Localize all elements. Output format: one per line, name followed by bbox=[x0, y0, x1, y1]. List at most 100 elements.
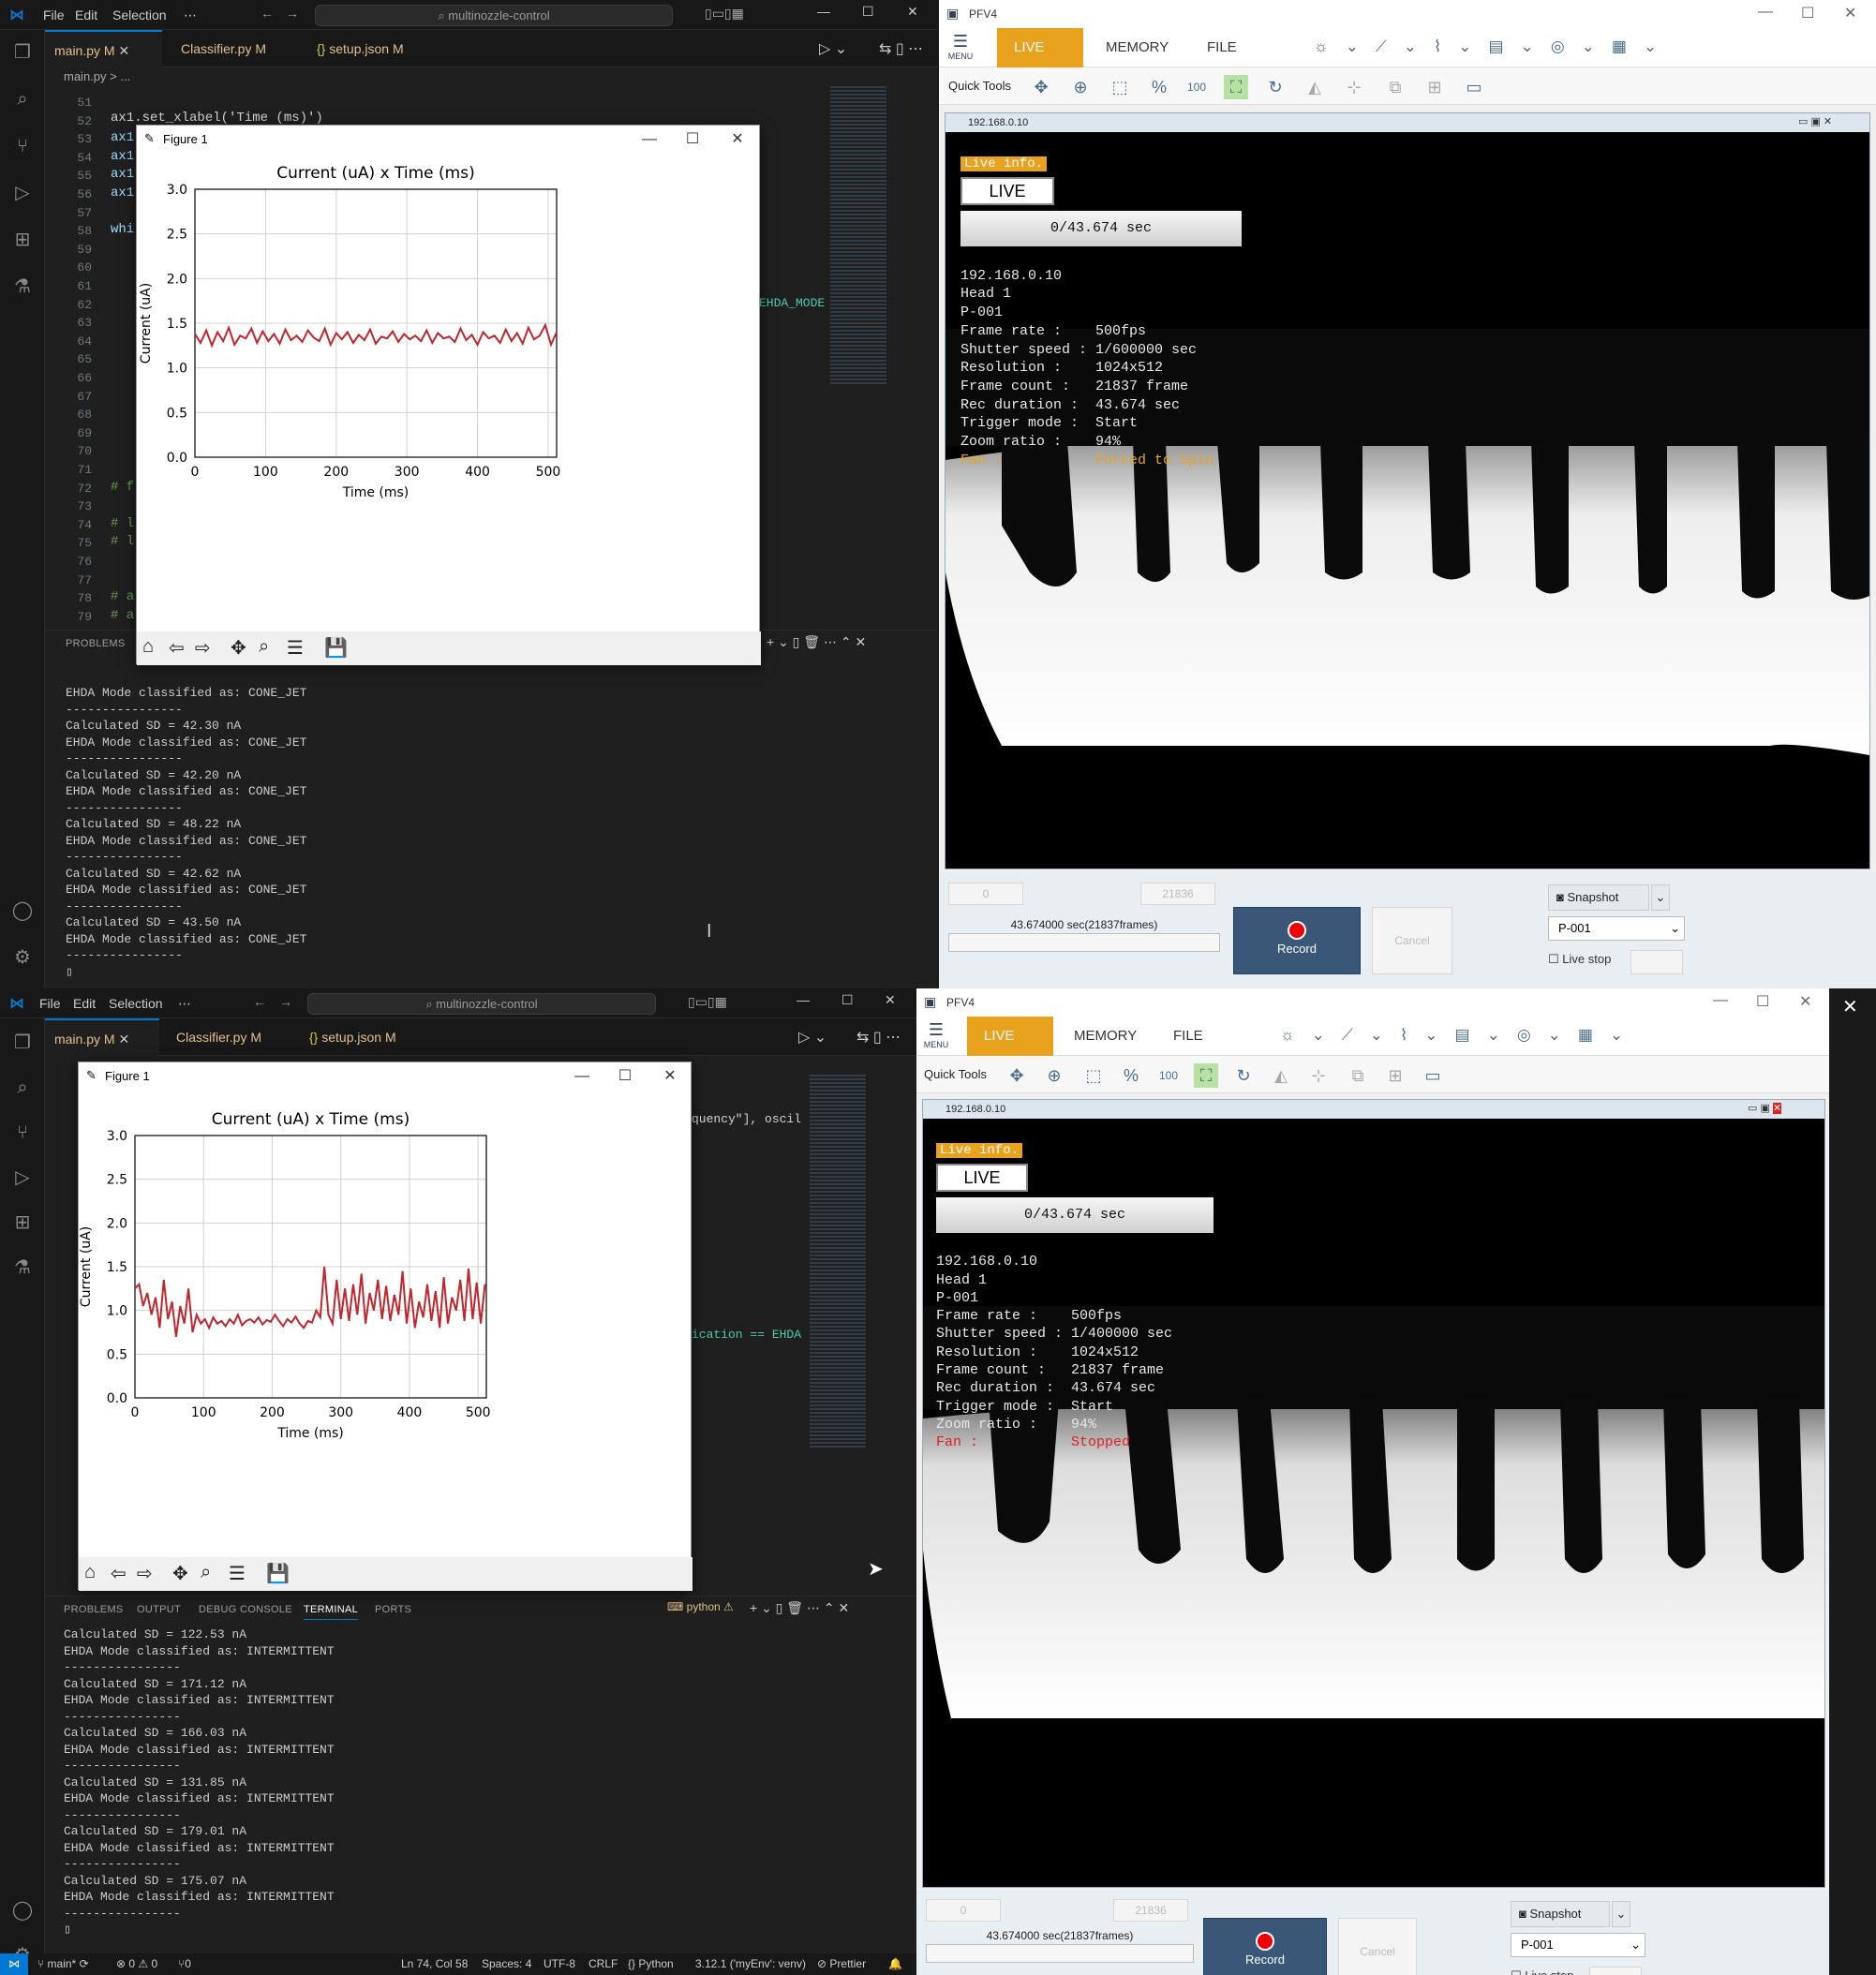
zoom-icon[interactable]: ⌕ bbox=[201, 1562, 211, 1583]
configure-subplots-icon[interactable]: ☰ bbox=[229, 1562, 246, 1585]
command-search[interactable]: ⌕ multinozzle-control bbox=[315, 5, 673, 26]
camera-viewer[interactable]: 192.168.0.10 ▭ ▣ ✕ Live info. LIVE 0/43.… bbox=[922, 1099, 1825, 1888]
save-icon[interactable]: 💾 bbox=[324, 636, 348, 660]
close-icon[interactable]: ✕ bbox=[907, 4, 918, 20]
git-branch[interactable]: ⑂ main* ⟳ bbox=[37, 1953, 89, 1974]
explorer-icon[interactable]: ❐ bbox=[11, 1032, 34, 1054]
maximize-icon[interactable]: ☐ bbox=[1756, 992, 1769, 1011]
minimize-icon[interactable]: — bbox=[1713, 992, 1728, 1009]
maximize-icon[interactable]: ☐ bbox=[862, 4, 874, 20]
percent-icon[interactable]: % bbox=[1119, 1063, 1143, 1088]
grid-icon[interactable]: ⊞ bbox=[1383, 1063, 1407, 1088]
crosshair-icon[interactable]: ⊹ bbox=[1306, 1063, 1331, 1088]
menu-selection[interactable]: Selection bbox=[109, 996, 163, 1011]
ribbon-tools-icons[interactable]: ☼⌄⟋⌄⌇⌄▤⌄◎⌄▦⌄ bbox=[1280, 1026, 1640, 1045]
layout-icon[interactable]: ▯▭▯▦ bbox=[688, 994, 727, 1010]
move-icon[interactable]: ✥ bbox=[1005, 1063, 1029, 1088]
tab-output[interactable]: OUTPUT bbox=[137, 1604, 181, 1615]
testing-icon[interactable]: ⚗ bbox=[11, 1256, 34, 1279]
rotate-icon[interactable]: ↻ bbox=[1263, 75, 1288, 99]
encoding[interactable]: UTF-8 bbox=[543, 1953, 575, 1974]
run-icon[interactable]: ▷ ⌄ bbox=[798, 1028, 826, 1047]
terminal-profile[interactable]: ⌨ python ⚠ bbox=[667, 1600, 734, 1613]
menu-edit[interactable]: Edit bbox=[73, 996, 96, 1011]
snapshot-button[interactable]: ◙ Snapshot bbox=[1548, 884, 1649, 911]
explorer-icon[interactable]: ❐ bbox=[11, 41, 34, 64]
panel-actions[interactable]: + ⌄ ▯ 🗑 ⋯ ⌃ ✕ bbox=[767, 634, 866, 650]
problems-count[interactable]: ⊗ 0 ⚠ 0 bbox=[116, 1953, 157, 1974]
zoom-region-icon[interactable]: ⬚ bbox=[1081, 1063, 1106, 1088]
flip-icon[interactable]: ◭ bbox=[1269, 1063, 1293, 1088]
cursor-position[interactable]: Ln 74, Col 58 bbox=[401, 1953, 468, 1974]
tab-problems[interactable]: PROBLEMS bbox=[66, 638, 126, 649]
terminal-output[interactable]: Calculated SD = 122.53 nA EHDA Mode class… bbox=[64, 1626, 335, 1938]
close-icon[interactable]: ✕ bbox=[885, 992, 896, 1008]
tab-file[interactable]: FILE bbox=[1156, 1017, 1220, 1056]
zoom-100-icon[interactable]: 100 bbox=[1184, 75, 1209, 99]
overlay-icon[interactable]: ⧉ bbox=[1346, 1063, 1370, 1088]
tab-live[interactable]: LIVE bbox=[997, 28, 1083, 67]
back-icon[interactable]: ⇦ bbox=[111, 1562, 127, 1585]
pan-icon[interactable]: ✥ bbox=[172, 1562, 188, 1585]
menu-more[interactable]: ⋯ bbox=[184, 7, 197, 23]
menu-edit[interactable]: Edit bbox=[75, 7, 97, 22]
maximize-icon[interactable]: ☐ bbox=[1801, 4, 1814, 22]
menu-button[interactable]: ☰ MENU bbox=[922, 1020, 950, 1049]
minimize-icon[interactable]: — bbox=[568, 1065, 596, 1088]
tab-debug-console[interactable]: DEBUG CONSOLE bbox=[199, 1604, 292, 1615]
forward-icon[interactable]: ⇨ bbox=[195, 636, 211, 660]
split-editor-icon[interactable]: ⇆ ▯ ⋯ bbox=[879, 39, 923, 58]
tab-terminal[interactable]: TERMINAL bbox=[304, 1604, 359, 1620]
ports-count[interactable]: ⑂0 bbox=[178, 1953, 191, 1974]
account-icon[interactable]: ◯ bbox=[11, 899, 34, 922]
overlay-icon[interactable]: ⧉ bbox=[1383, 75, 1407, 99]
zoom-icon[interactable]: ⌕ bbox=[259, 636, 269, 658]
maximize-icon[interactable]: ☐ bbox=[678, 128, 707, 151]
zoom-in-icon[interactable]: ⊕ bbox=[1042, 1063, 1066, 1088]
live-stop-button[interactable] bbox=[1589, 1967, 1642, 1975]
source-control-icon[interactable]: ⑂ bbox=[11, 1121, 34, 1144]
run-debug-icon[interactable]: ▷ bbox=[11, 1166, 34, 1189]
fit-icon[interactable]: ⛶ bbox=[1224, 75, 1248, 99]
back-arrow-icon[interactable]: ← bbox=[253, 994, 266, 1009]
p-select[interactable]: P-001 ⌄ bbox=[1548, 916, 1685, 941]
home-icon[interactable]: ⌂ bbox=[142, 636, 154, 658]
account-icon[interactable]: ◯ bbox=[11, 1899, 34, 1922]
configure-subplots-icon[interactable]: ☰ bbox=[287, 636, 304, 660]
minimize-icon[interactable]: — bbox=[797, 992, 810, 1007]
cancel-button[interactable]: Cancel bbox=[1372, 907, 1452, 974]
live-button[interactable]: LIVE bbox=[936, 1164, 1028, 1192]
overlay-close-icon[interactable]: ✕ bbox=[1842, 995, 1858, 1018]
record-button[interactable]: Record bbox=[1203, 1918, 1327, 1975]
forward-icon[interactable]: ⇨ bbox=[137, 1562, 153, 1585]
search-icon[interactable]: ⌕ bbox=[11, 1077, 34, 1099]
back-arrow-icon[interactable]: ← bbox=[261, 6, 274, 21]
tab-classifier-py[interactable]: Classifier.py M bbox=[171, 30, 293, 67]
close-icon[interactable]: ✕ bbox=[723, 128, 752, 151]
tab-memory[interactable]: MEMORY bbox=[1089, 28, 1185, 67]
search-icon[interactable]: ⌕ bbox=[11, 88, 34, 111]
testing-icon[interactable]: ⚗ bbox=[11, 275, 34, 298]
live-stop-checkbox[interactable]: ☐ Live stop bbox=[1548, 952, 1611, 967]
cancel-button[interactable]: Cancel bbox=[1338, 1918, 1417, 1975]
close-icon[interactable]: ✕ bbox=[656, 1065, 684, 1088]
forward-arrow-icon[interactable]: → bbox=[286, 6, 299, 21]
tab-main-py[interactable]: main.py M ✕ bbox=[45, 30, 162, 67]
live-stop-checkbox[interactable]: ☐ Live stop bbox=[1511, 1968, 1573, 1975]
menu-file[interactable]: File bbox=[39, 996, 61, 1011]
close-icon[interactable]: ✕ bbox=[1844, 4, 1856, 22]
snapshot-dropdown[interactable]: ⌄ bbox=[1651, 884, 1670, 911]
back-icon[interactable]: ⇦ bbox=[169, 636, 185, 660]
split-editor-icon[interactable]: ⇆ ▯ ⋯ bbox=[856, 1028, 901, 1047]
start-frame-spin[interactable]: 0 bbox=[926, 1899, 1001, 1922]
viewer-window-buttons-icon[interactable]: ▭ ▣ ✕ bbox=[1748, 1102, 1782, 1114]
snapshot-button[interactable]: ◙ Snapshot bbox=[1511, 1901, 1610, 1927]
menu-selection[interactable]: Selection bbox=[112, 7, 167, 22]
menu-button[interactable]: ☰ MENU bbox=[946, 32, 975, 61]
rotate-icon[interactable]: ↻ bbox=[1231, 1063, 1256, 1088]
bell-icon[interactable]: 🔔 bbox=[888, 1953, 902, 1974]
extensions-icon[interactable]: ⊞ bbox=[11, 229, 34, 251]
ribbon-tools-icons[interactable]: ☼⌄⟋⌄⌇⌄▤⌄◎⌄▦⌄ bbox=[1314, 37, 1674, 56]
end-frame-spin[interactable]: 21836 bbox=[1140, 883, 1215, 905]
viewer-window-buttons-icon[interactable]: ▭ ▣ ✕ bbox=[1798, 115, 1832, 127]
